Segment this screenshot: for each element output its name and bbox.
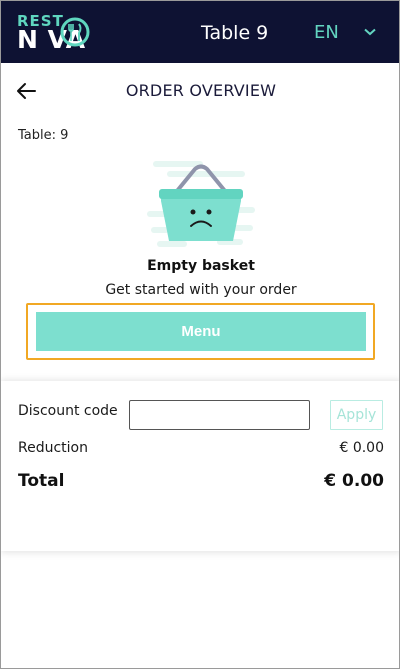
header-table-title: Table 9 [201,22,269,44]
empty-basket-title: Empty basket [147,258,255,274]
reduction-label: Reduction [18,440,88,456]
discount-code-input[interactable] [129,400,310,430]
total-label: Total [18,471,65,491]
discount-code-label: Discount code [18,403,118,419]
restonova-logo[interactable]: REST N VA [17,12,147,54]
app-frame: REST N VA Table 9 EN ORDER OVERVIEW Tabl… [0,0,400,669]
empty-basket-subtitle: Get started with your order [105,282,297,298]
table-info: Table: 9 [18,128,69,143]
apply-discount-button[interactable]: Apply [330,400,383,430]
total-value: € 0.00 [324,471,384,491]
language-label: EN [314,21,339,43]
logo-fork-knife-icon [60,17,90,47]
chevron-down-icon [364,28,376,36]
order-summary: Discount code Apply Reduction € 0.00 Tot… [1,381,399,551]
page-title: ORDER OVERVIEW [125,81,277,100]
basket-sad-icon [147,161,255,247]
language-select[interactable]: EN [307,15,389,49]
reduction-value: € 0.00 [339,440,384,456]
app-header: REST N VA Table 9 EN [1,1,399,63]
menu-button[interactable]: Menu [36,312,366,351]
